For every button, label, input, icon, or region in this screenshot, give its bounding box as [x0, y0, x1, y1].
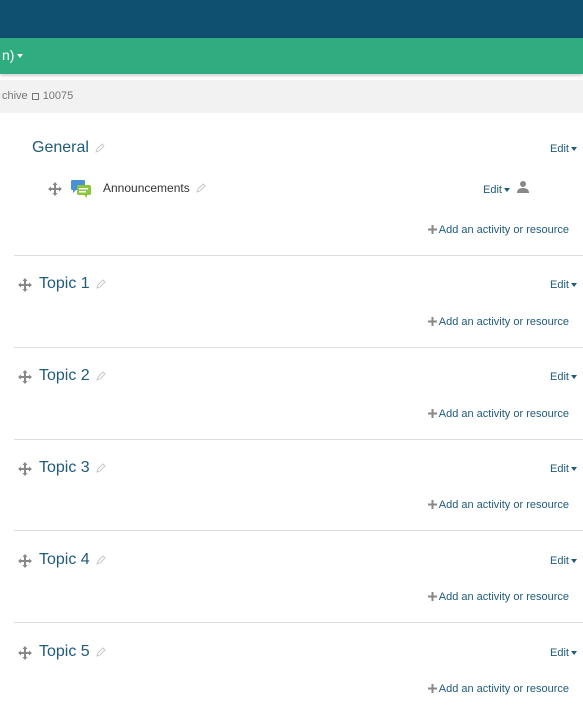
section-divider [14, 622, 583, 623]
section-title-label: Topic 3 [39, 459, 90, 476]
section-title-label: Topic 1 [39, 275, 90, 292]
add-activity-label: Add an activity or resource [438, 408, 569, 420]
edit-label: Edit [550, 371, 569, 383]
plus-icon [427, 317, 437, 326]
section-title-label: Topic 5 [39, 643, 90, 660]
plus-icon [427, 592, 437, 601]
chevron-down-icon [571, 147, 577, 152]
move-icon[interactable] [18, 554, 32, 568]
section-title-topic-3[interactable]: Topic 3 [39, 459, 106, 477]
edit-label: Edit [550, 555, 569, 567]
chevron-down-icon [571, 467, 577, 472]
section-title-topic-1[interactable]: Topic 1 [39, 275, 106, 293]
pencil-icon[interactable] [95, 279, 106, 289]
section-divider [14, 439, 583, 440]
add-activity-label: Add an activity or resource [438, 499, 569, 511]
add-activity-button[interactable]: Add an activity or resource [427, 499, 569, 511]
section-title-label: Topic 4 [39, 551, 90, 568]
secondary-navbar: n) [0, 38, 583, 74]
breadcrumb-separator-icon [31, 92, 39, 100]
edit-label: Edit [550, 143, 569, 155]
move-icon[interactable] [18, 278, 32, 292]
edit-label: Edit [550, 463, 569, 475]
chevron-down-icon [571, 559, 577, 564]
section-title-label: General [32, 139, 89, 156]
add-activity-button[interactable]: Add an activity or resource [427, 224, 569, 236]
section-divider [14, 347, 583, 348]
plus-icon [427, 225, 437, 234]
section-title-topic-2[interactable]: Topic 2 [39, 367, 106, 385]
move-icon[interactable] [18, 462, 32, 476]
pencil-icon[interactable] [95, 463, 106, 473]
plus-icon [427, 409, 437, 418]
move-icon[interactable] [48, 182, 62, 196]
section-edit-menu[interactable]: Edit [550, 371, 577, 383]
section-edit-menu[interactable]: Edit [550, 647, 577, 659]
add-activity-button[interactable]: Add an activity or resource [427, 408, 569, 420]
plus-icon [427, 684, 437, 693]
pencil-icon[interactable] [95, 647, 106, 657]
section-divider [14, 530, 583, 531]
chevron-down-icon [571, 283, 577, 288]
add-activity-label: Add an activity or resource [438, 224, 569, 236]
add-activity-button[interactable]: Add an activity or resource [427, 683, 569, 695]
add-activity-button[interactable]: Add an activity or resource [427, 591, 569, 603]
section-edit-menu[interactable]: Edit [550, 279, 577, 291]
plus-icon [427, 500, 437, 509]
move-icon[interactable] [18, 646, 32, 660]
chevron-down-icon [571, 375, 577, 380]
breadcrumb-item-current: 10075 [42, 90, 74, 102]
user-icon[interactable] [516, 180, 530, 194]
top-navbar [0, 0, 583, 38]
forum-icon [71, 180, 91, 198]
breadcrumb-item[interactable]: chive [2, 90, 28, 102]
section-edit-menu[interactable]: Edit [550, 463, 577, 475]
activity-link[interactable]: Announcements [103, 181, 206, 195]
language-menu[interactable]: n) [2, 47, 24, 63]
edit-label: Edit [550, 279, 569, 291]
section-edit-menu[interactable]: Edit [550, 143, 577, 155]
chevron-down-icon [571, 651, 577, 656]
add-activity-label: Add an activity or resource [438, 683, 569, 695]
chevron-down-icon [503, 188, 510, 193]
section-title-topic-5[interactable]: Topic 5 [39, 643, 106, 661]
add-activity-button[interactable]: Add an activity or resource [427, 316, 569, 328]
section-title-topic-4[interactable]: Topic 4 [39, 551, 106, 569]
activity-edit-menu[interactable]: Edit [483, 184, 510, 196]
section-title-label: Topic 2 [39, 367, 90, 384]
edit-label: Edit [483, 184, 502, 196]
pencil-icon[interactable] [95, 143, 105, 153]
pencil-icon[interactable] [95, 371, 106, 381]
activity-announcements: Announcements Edit [48, 179, 568, 199]
section-edit-menu[interactable]: Edit [550, 555, 577, 567]
breadcrumb: chive 10075 [0, 80, 583, 113]
pencil-icon[interactable] [95, 555, 106, 565]
pencil-icon[interactable] [195, 183, 206, 193]
language-menu-label: n) [2, 47, 15, 63]
activity-name: Announcements [103, 181, 190, 195]
chevron-down-icon [17, 54, 24, 59]
move-icon[interactable] [18, 370, 32, 384]
add-activity-label: Add an activity or resource [438, 316, 569, 328]
add-activity-label: Add an activity or resource [438, 591, 569, 603]
section-divider [14, 255, 583, 256]
edit-label: Edit [550, 647, 569, 659]
section-title-general[interactable]: General [32, 139, 105, 157]
